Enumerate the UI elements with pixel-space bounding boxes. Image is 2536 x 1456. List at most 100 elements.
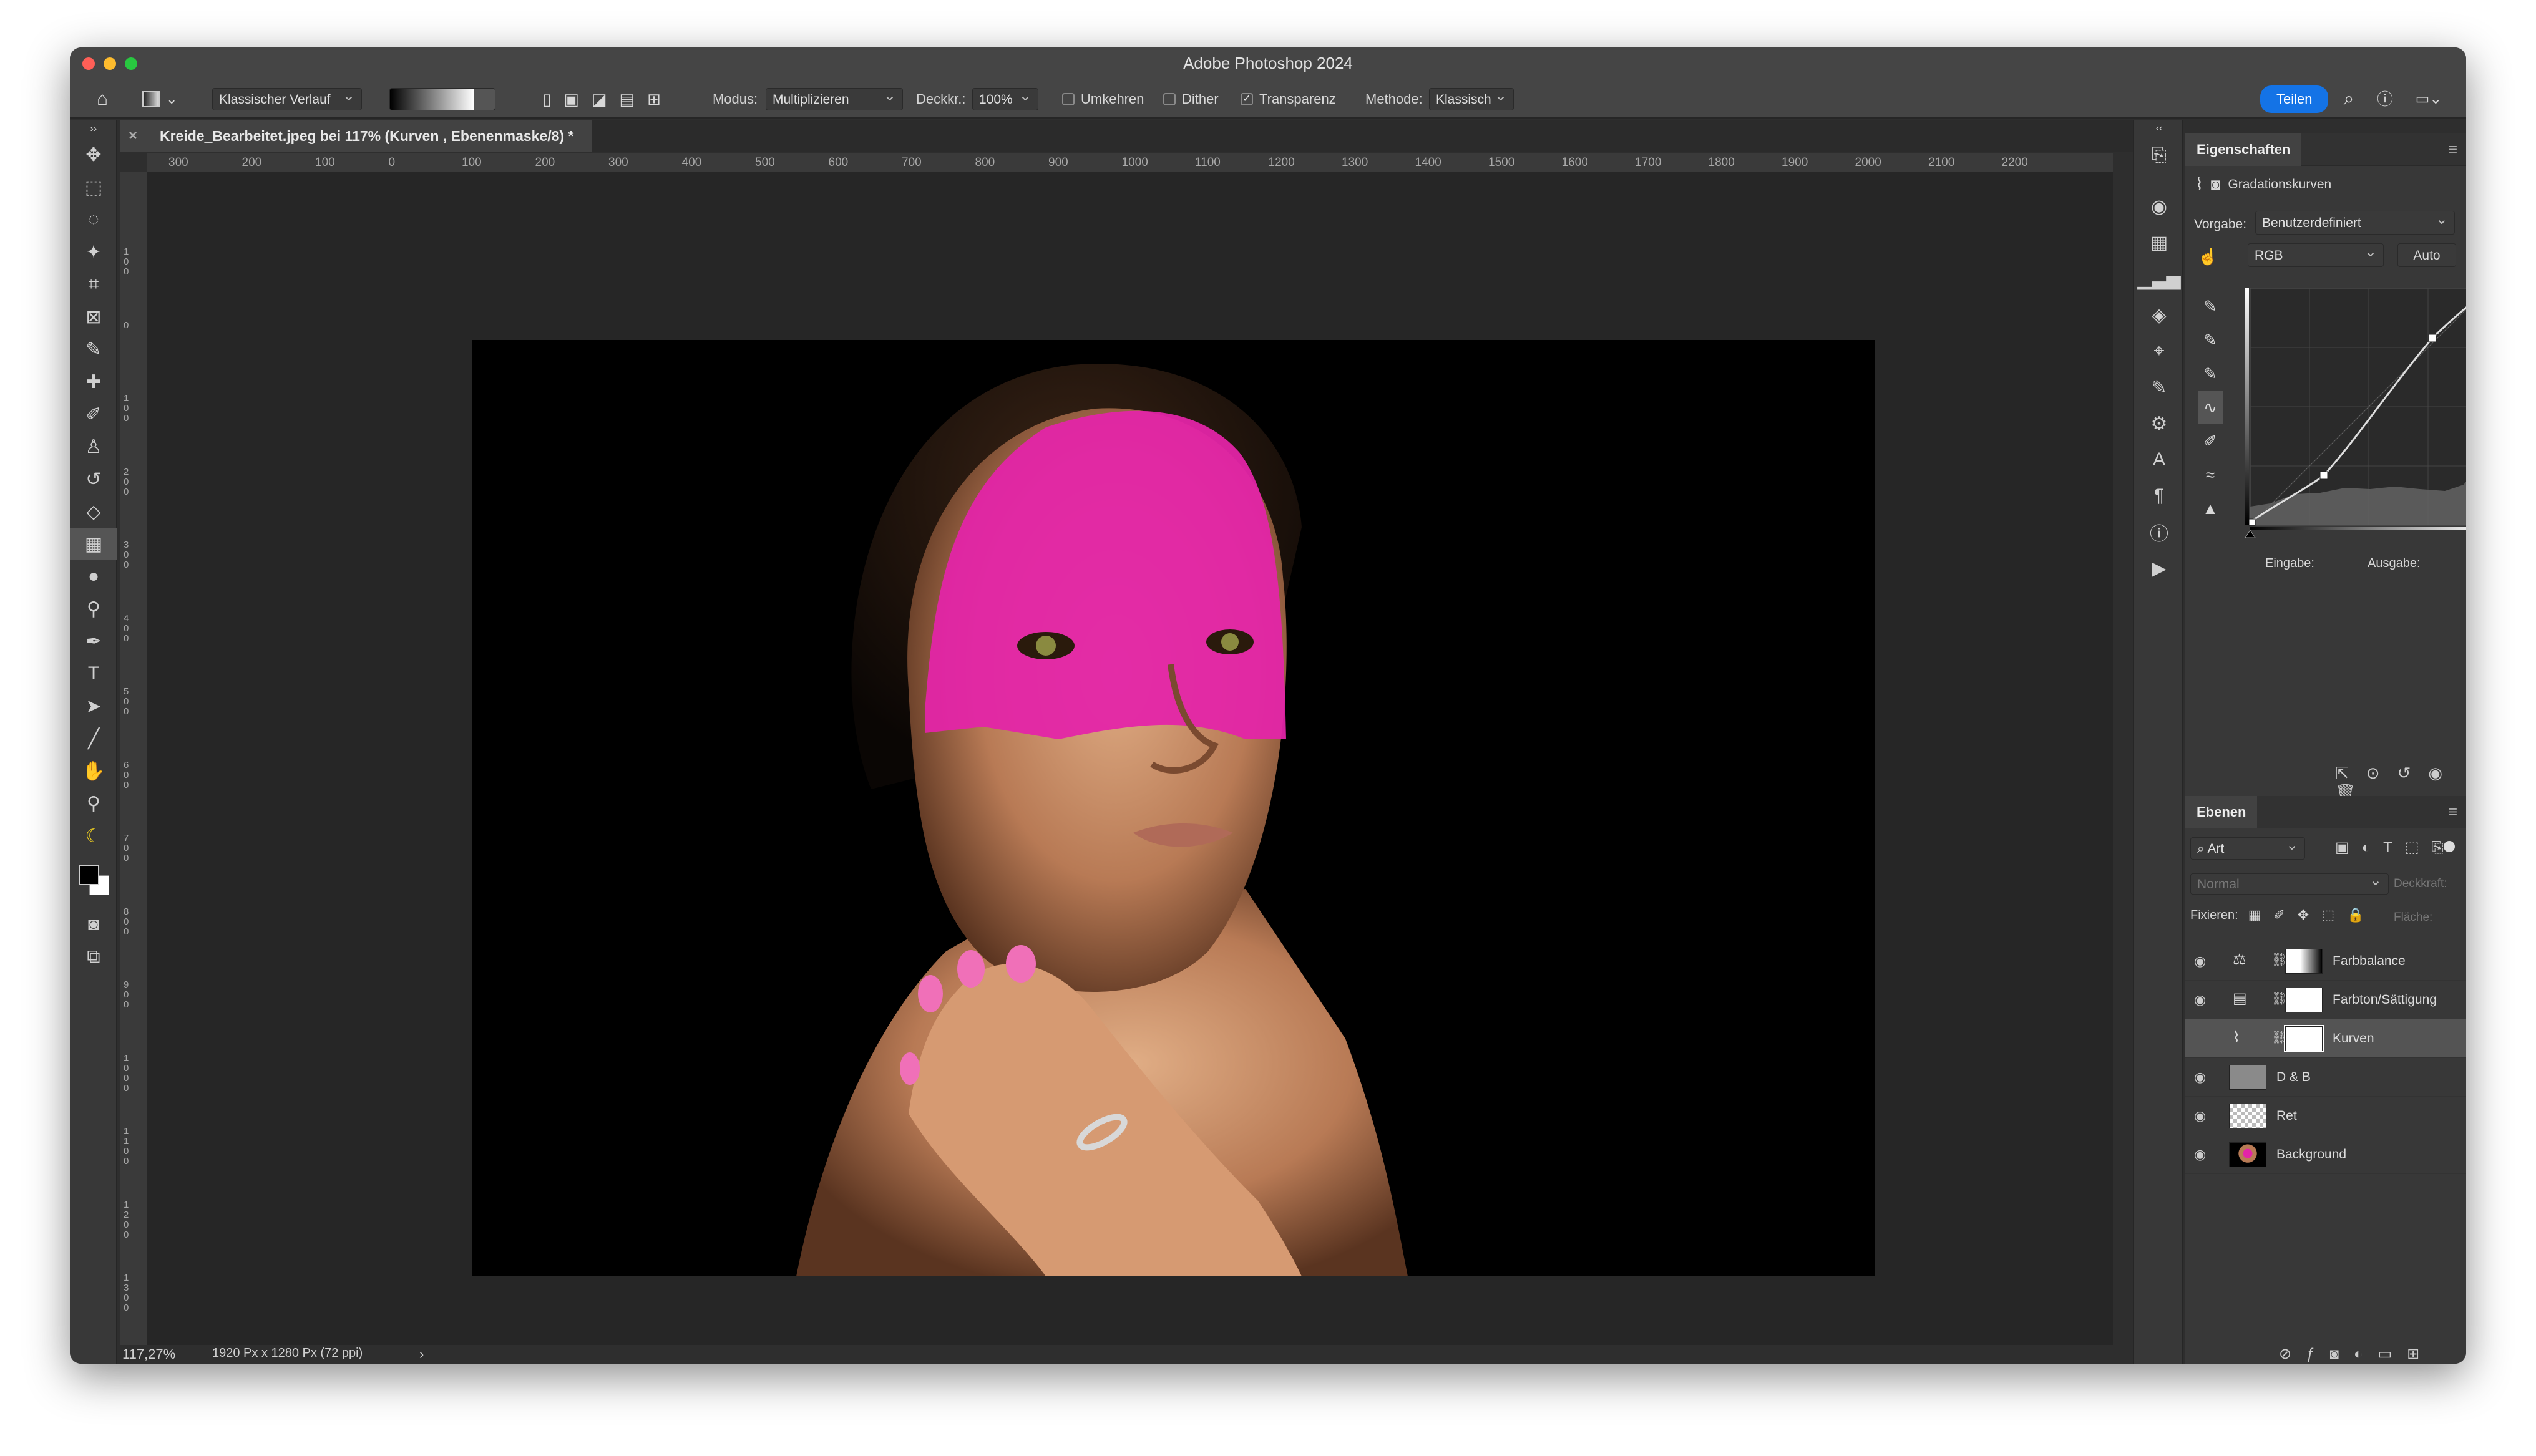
workspace-icon[interactable]: ▭⌄ [2410,88,2447,110]
close-window-button[interactable] [82,57,95,70]
layers-tab[interactable]: Ebenen [2185,796,2258,828]
layer-row[interactable]: ◉ Background [2185,1135,2466,1174]
paragraph-panel-icon[interactable]: ¶ [2134,478,2184,514]
collapse-icon[interactable]: ‹‹ [2134,120,2184,137]
libraries-panel-icon[interactable]: ◈ [2134,297,2184,333]
path-selection-icon[interactable]: ➤ [70,690,117,722]
crop-tool-icon[interactable]: ⌗ [70,268,117,301]
zoom-window-button[interactable] [125,57,137,70]
history-panel-icon[interactable]: ⎘ [2134,137,2184,173]
layer-filter-select[interactable]: ⌕ Art [2190,834,2305,860]
gradient-preset-select[interactable]: Klassischer Verlauf [212,85,362,110]
gradient-tool-icon[interactable]: ▦ [70,528,117,560]
blend-mode-select[interactable]: Normal [2190,870,2389,895]
zoom-level[interactable]: 117,27% [122,1346,175,1362]
method-select[interactable]: Klassisch [1429,85,1514,110]
marquee-tool-icon[interactable]: ⬚ [70,171,117,203]
lock-icons[interactable]: ▦✐✥⬚🔒 [2248,907,2377,923]
filter-toggle[interactable] [2444,841,2455,852]
document-image[interactable] [472,340,1875,1276]
collapse-icon[interactable]: ›› [70,120,117,138]
curves-icon[interactable]: ⌇ [2195,175,2203,194]
ruler-tick: 1300 [1342,156,1368,169]
white-eyedropper-icon[interactable]: ✎ [2198,357,2223,391]
channel-select[interactable]: RGB [2248,240,2384,267]
eyedropper-tool-icon[interactable]: ✎ [70,333,117,366]
filter-type-icons[interactable]: ▣◐T⬚⎘ [2335,838,2456,857]
gradient-type-buttons[interactable]: ▯▣◪▤⊞ [533,88,683,110]
quick-mask-icon[interactable]: ◙ [70,908,117,941]
pencil-icon[interactable]: ✐ [2198,424,2223,458]
eye-icon[interactable]: ◉ [2194,1147,2206,1163]
zoom-tool-icon[interactable]: ⚲ [70,787,117,820]
search-icon[interactable]: ⌕ [2336,88,2361,110]
lasso-tool-icon[interactable]: ◌ [70,203,117,236]
eye-icon[interactable]: ◉ [2194,1069,2206,1085]
healing-brush-icon[interactable]: ✚ [70,366,117,398]
eye-icon[interactable]: ◉ [2194,1108,2206,1124]
paths-panel-icon[interactable]: ⌖ [2134,333,2184,369]
preset-select[interactable]: Benutzerdefiniert [2255,208,2455,235]
info-panel-icon[interactable]: ⓘ [2134,514,2184,550]
black-eyedropper-icon[interactable]: ✎ [2198,289,2223,323]
banana-icon[interactable]: ☾ [70,820,117,852]
layer-row[interactable]: ◉ D & B [2185,1058,2466,1097]
hand-tool-icon[interactable]: ✋ [70,755,117,787]
color-panel-icon[interactable]: ◉ [2134,188,2184,225]
brush-tool-icon[interactable]: ✐ [70,398,117,430]
mode-select[interactable]: Multiplizieren [766,85,903,110]
properties-tab[interactable]: Eigenschaften [2185,133,2302,166]
layer-row[interactable]: ◉ ⚖ ⛓ Farbbalance [2185,942,2466,981]
mask-icon[interactable]: ◙ [2211,175,2221,194]
actions-panel-icon[interactable]: ▶ [2134,550,2184,586]
layer-row[interactable]: ⌇ ⛓ Kurven [2185,1019,2466,1058]
magic-wand-icon[interactable]: ✦ [70,236,117,268]
dodge-tool-icon[interactable]: ⚲ [70,593,117,625]
swatches-panel-icon[interactable]: ▦ [2134,225,2184,261]
history-brush-icon[interactable]: ↺ [70,463,117,495]
adjustments-panel-icon[interactable]: ⚙ [2134,405,2184,442]
blur-tool-icon[interactable]: ● [70,560,117,593]
home-icon[interactable]: ⌂ [90,88,115,110]
reverse-checkbox[interactable]: Umkehren [1062,88,1144,110]
menu-icon[interactable]: ≡ [2448,140,2457,159]
layer-row[interactable]: ◉ Ret [2185,1097,2466,1135]
eye-icon[interactable]: ◉ [2194,992,2206,1008]
stamp-tool-icon[interactable]: ♙ [70,430,117,463]
smooth-icon[interactable]: ≈ [2198,458,2223,492]
menu-icon[interactable]: ≡ [2448,802,2457,822]
gradient-swatch[interactable] [389,88,495,110]
ruler-tick: 100 [124,393,129,424]
histogram-panel-icon[interactable]: ▁▃▅ [2134,261,2184,297]
layers-footer-icons[interactable]: ⊘ƒ◙◐▭⊞🗑 [2279,1345,2466,1364]
clipping-warning-icon[interactable]: ▲ [2198,492,2223,525]
target-adjust-icon[interactable]: ☝ [2198,247,2218,266]
brushes-panel-icon[interactable]: ✎ [2134,369,2184,405]
auto-button[interactable]: Auto [2397,243,2456,267]
line-tool-icon[interactable]: ╱ [70,722,117,755]
curves-graph[interactable] [2245,288,2466,538]
chevron-right-icon[interactable]: › [419,1346,424,1362]
gray-eyedropper-icon[interactable]: ✎ [2198,323,2223,357]
canvas-area[interactable] [147,172,2113,1345]
move-tool-icon[interactable]: ✥ [70,138,117,171]
eye-icon[interactable]: ◉ [2194,953,2206,969]
eraser-tool-icon[interactable]: ◇ [70,495,117,528]
type-tool-icon[interactable]: T [70,658,117,690]
close-tab-icon[interactable]: × [129,120,137,152]
screen-mode-icon[interactable]: ⧉ [70,941,117,973]
opacity-select[interactable]: 100% [972,85,1038,110]
color-swatches[interactable] [70,852,117,908]
transparency-checkbox[interactable]: ✓ Transparenz [1241,88,1336,110]
curve-point-icon[interactable]: ∿ [2198,391,2223,424]
help-icon[interactable]: ⓘ [2373,88,2397,110]
frame-tool-icon[interactable]: ⊠ [70,301,117,333]
character-panel-icon[interactable]: A [2134,442,2184,478]
tool-preset-picker[interactable]: ⌄ [142,88,186,110]
minimize-window-button[interactable] [104,57,116,70]
share-button[interactable]: Teilen [2260,85,2329,113]
layer-row[interactable]: ◉ ▤ ⛓ Farbton/Sättigung [2185,981,2466,1019]
dither-checkbox[interactable]: Dither [1163,88,1219,110]
document-tab[interactable]: × Kreide_Bearbeitet.jpeg bei 117% (Kurven… [120,120,593,152]
pen-tool-icon[interactable]: ✒ [70,625,117,658]
